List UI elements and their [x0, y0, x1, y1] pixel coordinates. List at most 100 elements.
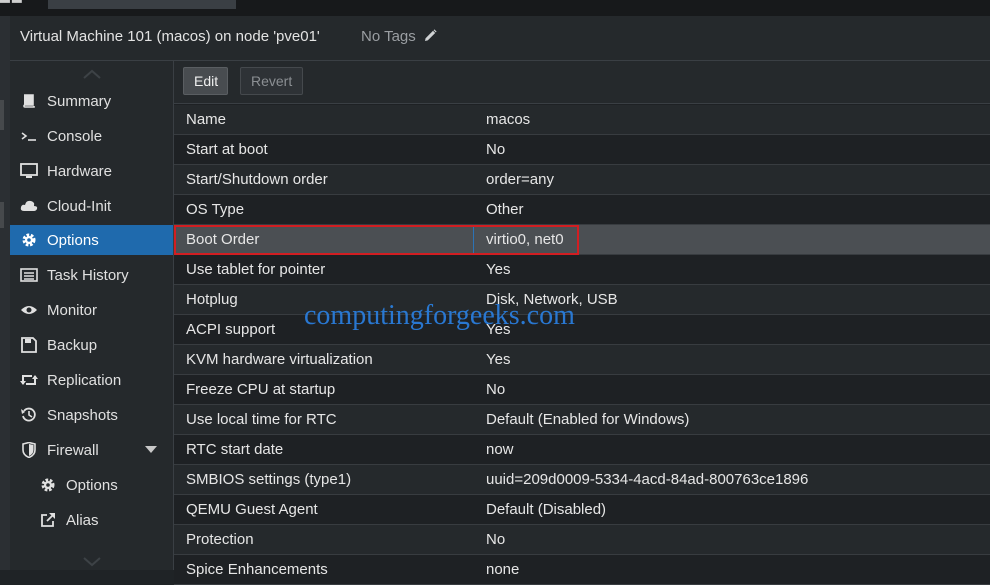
gear-icon	[18, 231, 40, 249]
top-tab-block[interactable]	[48, 0, 236, 9]
sidebar-item-snapshots[interactable]: Snapshots	[10, 400, 173, 430]
option-value: now	[486, 441, 514, 458]
table-row[interactable]: QEMU Guest Agent Default (Disabled)	[174, 495, 990, 525]
strip-knob	[0, 100, 4, 130]
option-key: Hotplug	[186, 291, 238, 308]
option-value: No	[486, 141, 506, 158]
table-row[interactable]: Protection No	[174, 525, 990, 555]
shield-icon	[18, 441, 40, 459]
table-row[interactable]: Start at boot No	[174, 135, 990, 165]
sidebar-item-label: Replication	[47, 371, 122, 389]
table-row[interactable]: SMBIOS settings (type1) uuid=209d0009-533…	[174, 465, 990, 495]
options-toolbar: Edit Revert	[174, 61, 990, 104]
sidebar-item-alias[interactable]: Alias	[10, 505, 173, 535]
options-grid: Name macos Start at boot No Start/Shutdown…	[174, 105, 990, 585]
history-icon	[18, 406, 40, 424]
option-key: Freeze CPU at startup	[186, 381, 336, 398]
option-value: Disk, Network, USB	[486, 291, 618, 308]
floppy-icon	[18, 336, 40, 354]
option-value: uuid=209d0009-5334-4acd-84ad-800763ce189…	[486, 471, 809, 488]
table-row[interactable]: Start/Shutdown order order=any	[174, 165, 990, 195]
sidebar-item-hardware[interactable]: Hardware	[10, 156, 173, 186]
top-strip: ▀▀	[0, 0, 990, 16]
option-value: Yes	[486, 351, 511, 368]
revert-button[interactable]: Revert	[240, 67, 303, 95]
sidebar-item-options[interactable]: Options	[10, 225, 173, 255]
cloud-icon	[18, 197, 40, 215]
top-strip-glyph: ▀▀	[0, 0, 24, 10]
scroll-up-icon[interactable]	[82, 67, 102, 81]
external-link-icon	[37, 511, 59, 529]
option-value: Other	[486, 201, 524, 218]
table-row[interactable]: Hotplug Disk, Network, USB	[174, 285, 990, 315]
table-row[interactable]: ACPI support Yes	[174, 315, 990, 345]
table-row[interactable]: RTC start date now	[174, 435, 990, 465]
eye-icon	[18, 301, 40, 319]
options-panel: Edit Revert Name macos Start at boot No St…	[174, 61, 990, 585]
option-key: ACPI support	[186, 321, 276, 338]
option-value: Yes	[486, 321, 511, 338]
table-row[interactable]: Name macos	[174, 105, 990, 135]
book-icon	[18, 92, 40, 110]
sidebar-item-task-history[interactable]: Task History	[10, 260, 173, 290]
header-left-edge	[0, 16, 10, 60]
list-icon	[18, 266, 40, 284]
sidebar-item-label: Snapshots	[47, 406, 118, 424]
vm-title: Virtual Machine 101 (macos) on node 'pve…	[20, 28, 320, 45]
sidebar-item-summary[interactable]: Summary	[10, 86, 173, 116]
option-key: Protection	[186, 531, 254, 548]
table-row[interactable]: Freeze CPU at startup No	[174, 375, 990, 405]
chevron-down-icon[interactable]	[145, 446, 157, 453]
option-value: No	[486, 381, 506, 398]
tags-label: No Tags	[361, 28, 416, 45]
option-key: Boot Order	[186, 231, 260, 248]
retweet-icon	[18, 371, 40, 389]
sidebar-item-label: Task History	[47, 266, 129, 284]
option-key: RTC start date	[186, 441, 284, 458]
sidebar-item-label: Summary	[47, 92, 112, 110]
vm-nav-sidebar: Summary Console Hardware Cloud-Init Opti…	[10, 61, 174, 570]
sidebar-item-replication[interactable]: Replication	[10, 365, 173, 395]
option-value: No	[486, 531, 506, 548]
scroll-down-icon[interactable]	[82, 555, 102, 569]
sidebar-item-label: Alias	[66, 511, 99, 529]
option-key: KVM hardware virtualization	[186, 351, 373, 368]
option-key: Use tablet for pointer	[186, 261, 326, 278]
sidebar-item-monitor[interactable]: Monitor	[10, 295, 173, 325]
pencil-icon[interactable]	[424, 28, 437, 46]
sidebar-item-label: Monitor	[47, 301, 98, 319]
sidebar-item-console[interactable]: Console	[10, 121, 173, 151]
column-divider	[473, 225, 474, 254]
left-resize-strip	[0, 60, 10, 570]
table-row[interactable]: OS Type Other	[174, 195, 990, 225]
sidebar-item-cloud-init[interactable]: Cloud-Init	[10, 191, 173, 221]
sidebar-item-label: Console	[47, 127, 103, 145]
monitor-icon	[18, 162, 40, 180]
option-key: QEMU Guest Agent	[186, 501, 318, 518]
table-row[interactable]: Use tablet for pointer Yes	[174, 255, 990, 285]
option-value: order=any	[486, 171, 554, 188]
option-value: Yes	[486, 261, 511, 278]
option-key: Start/Shutdown order	[186, 171, 328, 188]
option-key: Use local time for RTC	[186, 411, 337, 428]
sidebar-item-firewall-options[interactable]: Options	[10, 470, 173, 500]
sidebar-item-label: Cloud-Init	[47, 197, 112, 215]
sidebar-item-firewall[interactable]: Firewall	[10, 435, 173, 465]
option-key: Start at boot	[186, 141, 268, 158]
sidebar-item-label: Firewall	[47, 441, 99, 459]
option-value: macos	[486, 111, 531, 128]
terminal-icon	[18, 127, 40, 145]
sidebar-item-label: Options	[66, 476, 118, 494]
option-value: Default (Enabled for Windows)	[486, 411, 690, 428]
table-row-selected[interactable]: Boot Order virtio0, net0	[174, 225, 990, 255]
option-value: Default (Disabled)	[486, 501, 607, 518]
edit-button[interactable]: Edit	[183, 67, 228, 95]
strip-knob	[0, 202, 4, 228]
content-header: Virtual Machine 101 (macos) on node 'pve…	[0, 16, 990, 61]
table-row[interactable]: Spice Enhancements none	[174, 555, 990, 585]
table-row[interactable]: KVM hardware virtualization Yes	[174, 345, 990, 375]
sidebar-item-backup[interactable]: Backup	[10, 330, 173, 360]
tags-editor[interactable]: No Tags	[361, 28, 437, 46]
option-key: SMBIOS settings (type1)	[186, 471, 352, 488]
table-row[interactable]: Use local time for RTC Default (Enabled f…	[174, 405, 990, 435]
